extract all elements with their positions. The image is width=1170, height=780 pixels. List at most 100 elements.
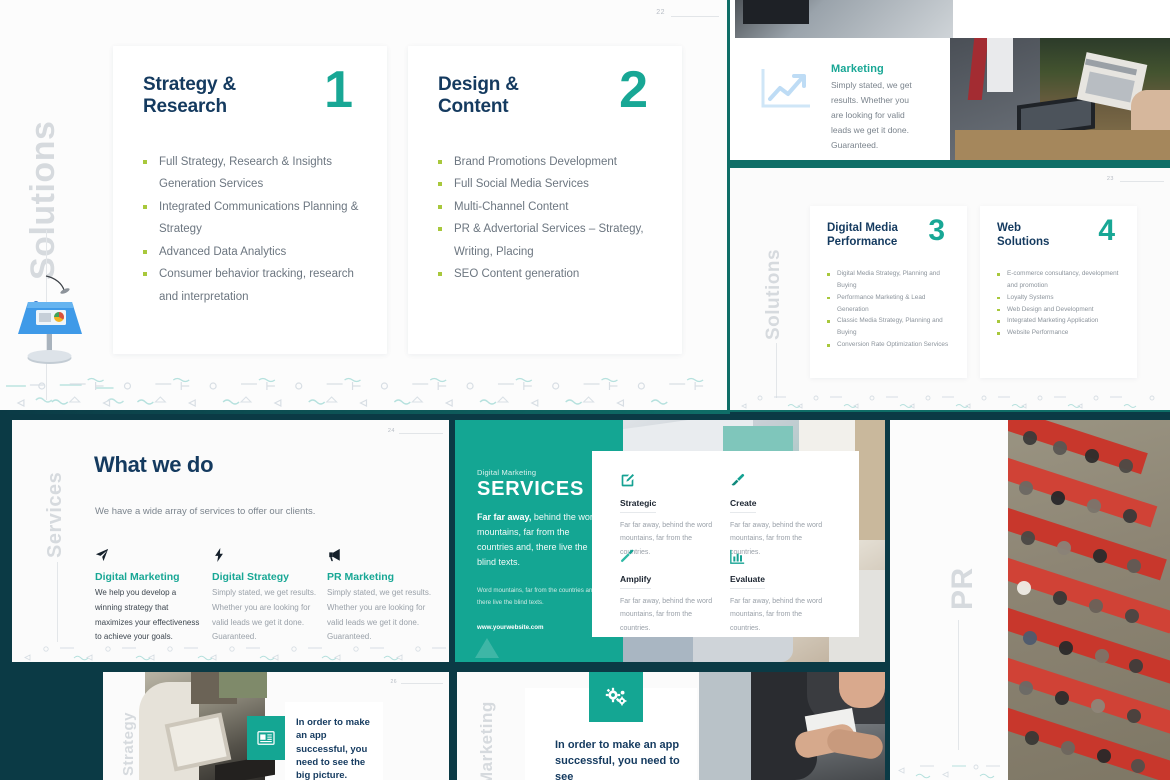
list-item: Loyalty Systems	[996, 292, 1128, 304]
slide-26-page-rule	[401, 683, 443, 684]
slide-23-card-4[interactable]: Web Solutions 4 E-commerce consultancy, …	[980, 206, 1137, 378]
slide-22-side-label: Solutions	[24, 120, 62, 280]
slide-22-card-1-bullets: Full Strategy, Research & Insights Gener…	[141, 151, 361, 308]
slide-22-card-1-title-line1: Strategy &	[143, 74, 237, 95]
list-item: Conversion Rate Optimization Services	[826, 339, 956, 351]
list-item: E-commerce consultancy, development and …	[996, 268, 1128, 292]
slide-23-card-3-title-line2: Performance	[827, 235, 898, 248]
edit-square-icon	[620, 473, 716, 493]
slide-22-page-rule	[671, 16, 719, 17]
paint-brush-icon	[730, 473, 826, 493]
slide-24-side-line	[57, 562, 58, 642]
megaphone-icon	[327, 548, 437, 566]
slide-pr-side-label: PR	[946, 567, 979, 610]
slide-22-card-2[interactable]: Design & Content 2 Brand Promotions Deve…	[408, 46, 682, 354]
slide-24-body-0: We help you develop a winning strategy t…	[95, 588, 200, 642]
list-item: SEO Content generation	[436, 263, 658, 285]
slide-21-marketing-body: Simply stated, we get results. Whether y…	[831, 80, 912, 150]
list-item: Digital Media Strategy, Planning and Buy…	[826, 268, 956, 292]
slide-24-column-digital-strategy[interactable]: Digital Strategy Simply stated, we get r…	[212, 548, 322, 645]
list-item: Performance Marketing & Lead Generation	[826, 292, 956, 316]
slide-25-feature-amplify[interactable]: Amplify Far far away, behind the word mo…	[620, 549, 716, 635]
slide-24-heading-0: Digital Marketing	[95, 571, 180, 583]
slide-24-column-digital-marketing[interactable]: Digital Marketing We help you develop a …	[95, 548, 205, 645]
slide-24-heading-2: PR Marketing	[327, 571, 395, 583]
slide-25-feature-title-1: Create	[730, 498, 757, 513]
slide-23-card-4-bullets: E-commerce consultancy, development and …	[996, 268, 1128, 339]
slide-24-page-number: 24	[387, 428, 395, 434]
slide-24-body-2: Simply stated, we get results. Whether y…	[327, 588, 432, 642]
newspaper-icon	[257, 731, 275, 745]
decorative-doodle-strip	[740, 395, 1155, 409]
list-item: Web Design and Development	[996, 304, 1128, 316]
list-item: Advanced Data Analytics	[141, 241, 361, 263]
slide-23-card-3[interactable]: Digital Media Performance 3 Digital Medi…	[810, 206, 967, 378]
slide-21-marketing-title: Marketing	[831, 63, 884, 75]
slide-22-card-1-number: 1	[324, 61, 353, 119]
slide-26-quote-card: In order to make an app successful, you …	[285, 702, 383, 780]
slide-23-page-number: 23	[1106, 176, 1114, 182]
slide-24-what-we-do[interactable]: 24 Services What we do We have a wide ar…	[12, 420, 449, 662]
slide-21-photo-collage[interactable]: get it done. Guaranteed. Marketing Simpl…	[730, 0, 1170, 160]
slide-24-side-label: Services	[44, 471, 66, 558]
slide-23-card-4-title-line2: Solutions	[997, 235, 1050, 248]
list-item: Full Strategy, Research & Insights Gener…	[141, 151, 361, 196]
slide-23-side-label: Solutions	[763, 248, 784, 340]
slide-25-feature-title-3: Evaluate	[730, 574, 765, 589]
list-item: Classic Media Strategy, Planning and Buy…	[826, 315, 956, 339]
slide-23-solutions[interactable]: 23 Solutions Digital Media Performance 3…	[730, 168, 1170, 410]
magic-wand-icon	[620, 549, 716, 569]
triangle-decoration	[475, 638, 499, 658]
slide-22-card-1[interactable]: Strategy & Research 1 Full Strategy, Res…	[113, 46, 387, 354]
slide-24-title: What we do	[94, 452, 214, 477]
slide-22-card-2-title-line2: Content	[438, 95, 509, 117]
slide-pr-side-line	[958, 620, 959, 750]
slide-27-side-label: Marketing	[477, 701, 496, 780]
slide-25-features-panel[interactable]: Strategic Far far away, behind the word …	[592, 451, 859, 637]
slide-21-top-white-card: get it done. Guaranteed.	[955, 0, 1170, 36]
growth-chart-icon	[761, 69, 810, 108]
slide-25-title: SERVICES	[477, 478, 585, 500]
slide-23-card-4-title: Web Solutions	[997, 222, 1049, 250]
list-item: Brand Promotions Development	[436, 151, 658, 173]
slide-25-feature-strategic[interactable]: Strategic Far far away, behind the word …	[620, 473, 716, 559]
decorative-doodle-strip	[5, 377, 704, 407]
list-item: Website Performance	[996, 327, 1128, 339]
slide-25-feature-body-3: Far far away, behind the word mountains,…	[730, 598, 823, 632]
slide-pr[interactable]: PR	[890, 420, 1170, 780]
slide-23-card-4-title-line1: Web	[997, 222, 1022, 234]
slide-24-subtitle: We have a wide array of services to offe…	[95, 506, 316, 517]
slide-23-card-4-number: 4	[1098, 214, 1115, 247]
slide-21-marketing-card[interactable]: Marketing Simply stated, we get results.…	[735, 38, 953, 158]
slide-24-page-rule	[399, 433, 443, 434]
slide-22-solutions[interactable]: 22 Solutions Strategy & Research 1 Full …	[0, 0, 727, 410]
slide-25-services[interactable]: Digital Marketing SERVICES Far far away,…	[455, 420, 885, 662]
slide-23-page-rule	[1120, 181, 1164, 182]
slide-25-kicker: Digital Marketing	[477, 468, 537, 477]
photo-meeting-left	[735, 0, 953, 38]
slide-25-feature-evaluate[interactable]: Evaluate Far far away, behind the word m…	[730, 549, 826, 635]
list-item: Integrated Marketing Application	[996, 315, 1128, 327]
slide-27-icon-box	[589, 672, 643, 722]
slide-22-card-1-title: Strategy & Research	[143, 74, 236, 118]
slide-25-lead: Far far away, behind the word mountains,…	[477, 510, 603, 569]
slide-22-card-2-title: Design & Content	[438, 74, 519, 118]
podium-icon	[18, 275, 82, 364]
slide-25-url[interactable]: www.yourwebsite.com	[477, 624, 603, 631]
slide-26-side-label: Strategy	[120, 711, 137, 776]
slide-25-feature-title-2: Amplify	[620, 574, 652, 589]
slide-22-card-2-title-line1: Design &	[438, 74, 519, 95]
slide-22-card-2-number: 2	[619, 61, 648, 119]
presentation-template-preview: 22 Solutions Strategy & Research 1 Full …	[0, 0, 1170, 780]
decorative-doodle-strip	[23, 646, 446, 661]
slide-25-feature-create[interactable]: Create Far far away, behind the word mou…	[730, 473, 826, 559]
slide-23-card-3-title-line1: Digital Media	[827, 222, 898, 234]
slide-26-page-number: 26	[390, 679, 397, 685]
slide-24-column-pr-marketing[interactable]: PR Marketing Simply stated, we get resul…	[327, 548, 437, 645]
slide-22-page-number: 22	[656, 9, 665, 16]
slide-26-strategy[interactable]: 26 Strategy In order to make an app succ…	[103, 672, 449, 780]
slide-27-marketing[interactable]: Marketing In order to make an app succes…	[457, 672, 885, 780]
slide-24-body-1: Simply stated, we get results. Whether y…	[212, 588, 317, 642]
list-item: Multi-Channel Content	[436, 196, 658, 218]
slide-23-card-3-bullets: Digital Media Strategy, Planning and Buy…	[826, 268, 956, 351]
